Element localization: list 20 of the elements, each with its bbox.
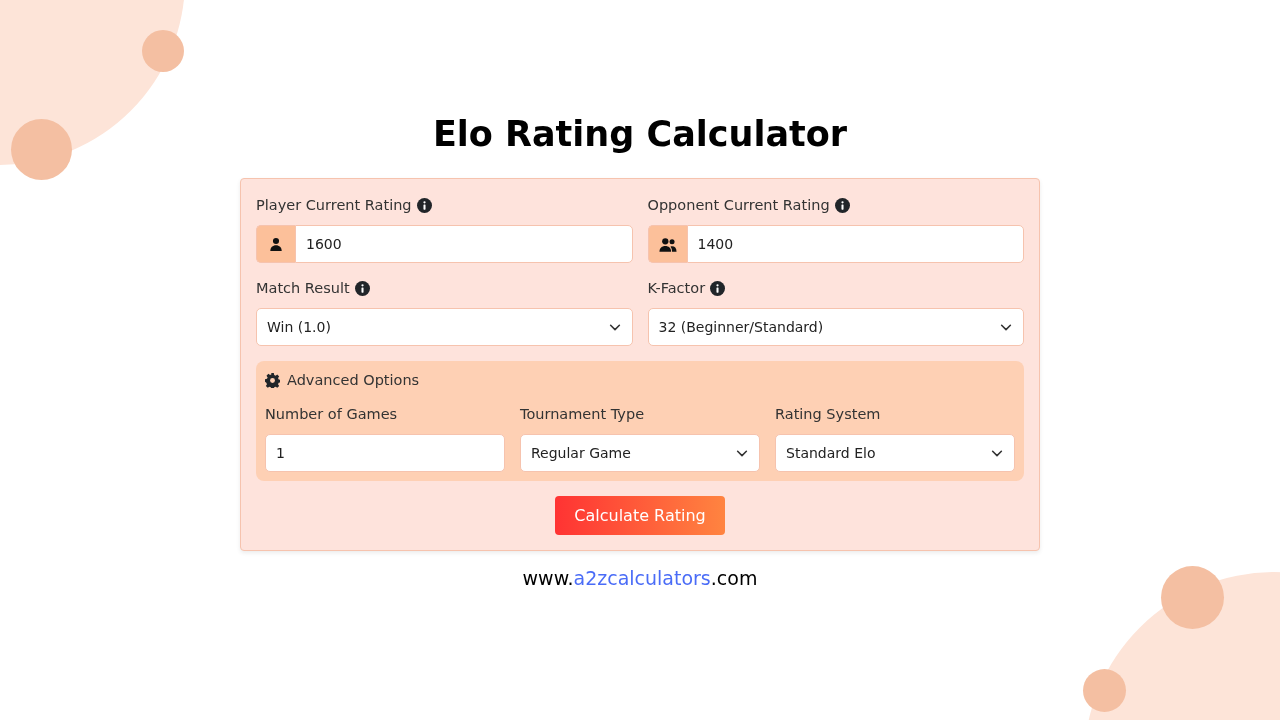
field-label: Match Result: [256, 280, 350, 296]
website-url: www.a2zcalculators.com: [522, 567, 758, 589]
user-icon: [269, 237, 283, 251]
field-label: Rating System: [775, 406, 881, 422]
field-label: K-Factor: [647, 280, 706, 296]
select-dropdown[interactable]: Win (1.0): [256, 308, 633, 346]
input-field[interactable]: 1600: [295, 225, 633, 263]
select-dropdown[interactable]: Regular Game: [520, 434, 760, 472]
field-label: Number of Games: [265, 406, 398, 422]
page-title: Elo Rating Calculator: [432, 113, 848, 156]
users-icon: [658, 236, 677, 252]
field-label: Tournament Type: [520, 406, 645, 422]
field-label: Player Current Rating: [256, 197, 412, 213]
input-field[interactable]: 1400: [686, 225, 1024, 263]
section-title: Advanced Options: [287, 372, 420, 388]
input-field[interactable]: 1: [265, 434, 505, 472]
select-dropdown[interactable]: Standard Elo: [775, 434, 1015, 472]
gear-icon: [265, 372, 280, 388]
select-dropdown[interactable]: 32 (Beginner/Standard): [647, 308, 1024, 346]
field-label: Opponent Current Rating: [647, 197, 830, 213]
